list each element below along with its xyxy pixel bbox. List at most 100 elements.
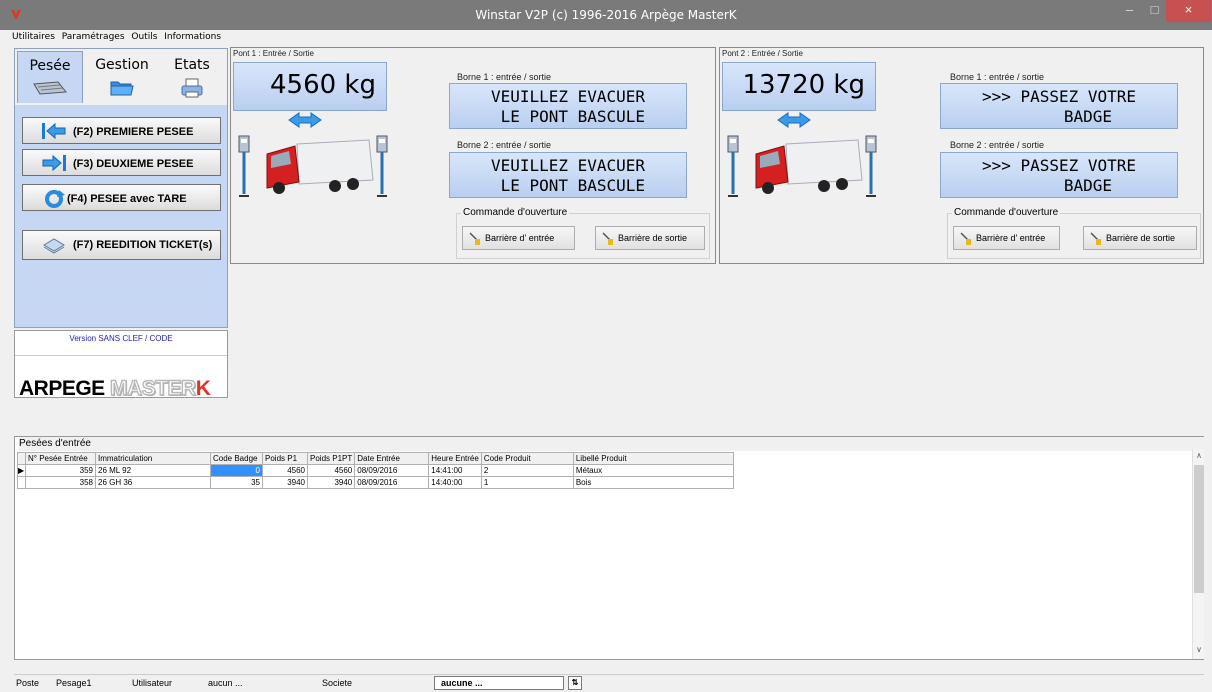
pesee-tare-button[interactable]: (F4) PESEE avec TARE	[22, 184, 221, 211]
barrier-icon	[1090, 232, 1101, 245]
truck-scale-icon	[238, 135, 388, 197]
scroll-down-icon[interactable]: ∨	[1193, 645, 1205, 654]
pont-2-commande-label: Commande d'ouverture	[952, 207, 1061, 218]
table-cell[interactable]: 2	[480, 464, 574, 477]
menu-parametrages[interactable]: Paramétrages	[62, 30, 125, 44]
tab-pesee[interactable]: Pesée	[17, 51, 83, 103]
table-cell[interactable]: Métaux	[572, 464, 734, 477]
tab-etats-label: Etats	[174, 57, 210, 73]
table-cell[interactable]: 4560	[306, 464, 356, 477]
tab-gestion[interactable]: Gestion	[89, 51, 155, 103]
pont-2-barriere-entree-label: Barrière d' entrée	[976, 233, 1046, 243]
maximize-button[interactable]: □	[1141, 0, 1168, 22]
reedition-ticket-button[interactable]: (F7) REEDITION TICKET(s)	[22, 230, 221, 260]
pont-1-commande-label: Commande d'ouverture	[461, 207, 570, 218]
printer-icon	[181, 78, 203, 98]
table-cell[interactable]: 3940	[306, 476, 356, 489]
societe-field[interactable]: aucune ...	[434, 676, 564, 690]
table-cell[interactable]: 35	[210, 476, 263, 489]
table-row[interactable]: 358 26 GH 36 35 3940 3940 08/09/2016 14:…	[17, 476, 734, 489]
arrow-right-icon	[42, 154, 66, 172]
tab-gestion-label: Gestion	[95, 57, 149, 73]
poste-value: Pesage1	[56, 678, 92, 688]
minimize-button[interactable]: ‒	[1116, 0, 1143, 22]
swap-arrows-icon	[288, 112, 322, 128]
menu-utilitaires[interactable]: Utilitaires	[12, 30, 55, 44]
arrow-left-icon	[42, 122, 66, 140]
utilisateur-label: Utilisateur	[132, 678, 173, 688]
vertical-scrollbar[interactable]: ∧ ∨	[1192, 449, 1204, 659]
column-header[interactable]: Libellé Produit	[572, 452, 734, 465]
table-cell[interactable]: 08/09/2016	[354, 464, 430, 477]
table-cell[interactable]: 1	[480, 476, 574, 489]
pont-1-panel: Pont 1 : Entrée / Sortie 4560 kg Borne 1…	[230, 47, 716, 264]
table-cell[interactable]: Bois	[572, 476, 734, 489]
column-header[interactable]: Poids P1PT	[306, 452, 356, 465]
arpege-masterk-logo: ARPEGE MASTERK	[19, 376, 211, 400]
pesee-tare-label: (F4) PESEE avec TARE	[67, 193, 187, 205]
table-cell[interactable]: 26 ML 92	[95, 464, 211, 477]
barrier-icon	[602, 232, 613, 245]
column-header[interactable]: Heure Entrée	[428, 452, 482, 465]
window-title: Winstar V2P (c) 1996-2016 Arpège MasterK	[475, 8, 737, 22]
pont-1-commande-group: Commande d'ouverture Barrière d' entrée …	[456, 207, 710, 259]
folder-icon	[110, 81, 134, 96]
table-row[interactable]: ▶ 359 26 ML 92 0 4560 4560 08/09/2016 14…	[17, 464, 734, 477]
pont-2-commande-group: Commande d'ouverture Barrière d' entrée …	[947, 207, 1201, 259]
barrier-icon	[469, 232, 480, 245]
logo-panel: Version SANS CLEF / CODE ARPEGE MASTERK	[14, 330, 228, 401]
tab-etats[interactable]: Etats	[159, 51, 225, 103]
sort-icon[interactable]: ⇅	[568, 676, 582, 690]
pont-2-panel: Pont 2 : Entrée / Sortie 13720 kg Borne …	[719, 47, 1204, 264]
column-header[interactable]: Immatriculation	[95, 452, 211, 465]
column-header[interactable]: Code Badge	[210, 452, 263, 465]
table-cell[interactable]: 26 GH 36	[95, 476, 211, 489]
column-header[interactable]: N° Pesée Entrée	[25, 452, 96, 465]
scroll-thumb[interactable]	[1194, 465, 1204, 593]
pesees-grid: Pesées d'entrée N° Pesée Entrée Immatric…	[14, 436, 1207, 660]
deuxieme-pesee-label: (F3) DEUXIEME PESEE	[73, 158, 194, 170]
reedition-ticket-label: (F7) REEDITION TICKET(s)	[73, 239, 213, 251]
table-cell[interactable]: 14:40:00	[428, 476, 482, 489]
pont-1-barriere-sortie-label: Barrière de sortie	[618, 233, 688, 243]
column-header[interactable]: Code Produit	[480, 452, 574, 465]
row-indicator	[17, 476, 26, 489]
pont-1-borne-1-label: Borne 1 : entrée / sortie	[457, 72, 552, 82]
pont-1-borne-2-display: VEUILLEZ EVACUER LE PONT BASCULE	[449, 152, 687, 198]
column-header[interactable]: Date Entrée	[354, 452, 430, 465]
row-indicator-icon: ▶	[17, 464, 26, 477]
table-cell[interactable]: 0	[210, 464, 263, 477]
title-bar: Winstar V2P (c) 1996-2016 Arpège MasterK…	[0, 0, 1212, 30]
pesees-table: N° Pesée Entrée Immatriculation Code Bad…	[17, 452, 734, 489]
ticket-icon	[43, 238, 65, 254]
premiere-pesee-button[interactable]: (F2) PREMIERE PESEE	[22, 117, 221, 144]
table-header-row: N° Pesée Entrée Immatriculation Code Bad…	[17, 452, 734, 465]
table-cell[interactable]: 359	[25, 464, 96, 477]
deuxieme-pesee-button[interactable]: (F3) DEUXIEME PESEE	[22, 149, 221, 176]
pont-2-barriere-entree-button[interactable]: Barrière d' entrée	[953, 226, 1060, 250]
scroll-up-icon[interactable]: ∧	[1193, 451, 1205, 460]
menu-informations[interactable]: Informations	[164, 30, 221, 44]
menu-bar: Utilitaires Paramétrages Outils Informat…	[8, 30, 1204, 44]
table-cell[interactable]: 14:41:00	[428, 464, 482, 477]
menu-outils[interactable]: Outils	[131, 30, 157, 44]
column-header[interactable]: Poids P1	[262, 452, 308, 465]
tab-pesee-label: Pesée	[29, 58, 71, 74]
pont-2-barriere-sortie-button[interactable]: Barrière de sortie	[1083, 226, 1197, 250]
pont-1-borne-1-display: VEUILLEZ EVACUER LE PONT BASCULE	[449, 83, 687, 129]
premiere-pesee-label: (F2) PREMIERE PESEE	[73, 126, 194, 138]
swap-arrows-icon	[777, 112, 811, 128]
pont-1-barriere-sortie-button[interactable]: Barrière de sortie	[595, 226, 705, 250]
pont-1-borne-2-label: Borne 2 : entrée / sortie	[457, 140, 552, 150]
status-bar: Poste Pesage1 Utilisateur aucun ... Soci…	[14, 674, 1204, 690]
close-button[interactable]: ×	[1166, 0, 1211, 22]
table-cell[interactable]: 358	[25, 476, 96, 489]
table-cell[interactable]: 08/09/2016	[354, 476, 430, 489]
pont-2-borne-1-display: >>> PASSEZ VOTRE BADGE	[940, 83, 1178, 129]
poste-label: Poste	[16, 678, 40, 688]
pont-1-barriere-entree-button[interactable]: Barrière d' entrée	[462, 226, 575, 250]
table-cell[interactable]: 3940	[262, 476, 308, 489]
table-cell[interactable]: 4560	[262, 464, 308, 477]
pont-2-borne-2-display: >>> PASSEZ VOTRE BADGE	[940, 152, 1178, 198]
pont-1-label: Pont 1 : Entrée / Sortie	[233, 49, 314, 58]
